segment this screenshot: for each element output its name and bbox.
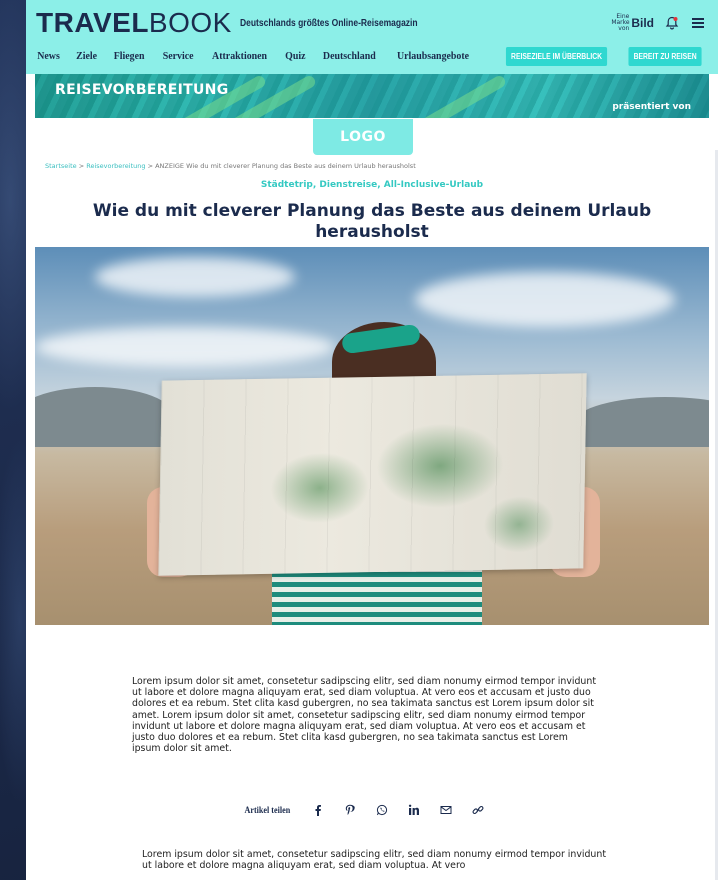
nav-item-quiz[interactable]: Quiz <box>285 50 305 62</box>
sponsor-logo[interactable]: LOGO <box>313 119 413 155</box>
logo-row: TRAVELBOOK Deutschlands größtes Online-R… <box>36 8 449 38</box>
hero-cloud <box>95 257 295 297</box>
link-icon[interactable] <box>471 803 485 817</box>
breadcrumb-section[interactable]: Reisevorbereitung <box>86 162 145 170</box>
banner-presented-by: präsentiert von <box>612 102 691 112</box>
brand-logo[interactable]: TRAVELBOOK <box>36 8 232 38</box>
banner-title: REISEVORBEREITUNG <box>55 82 229 98</box>
site-header: TRAVELBOOK Deutschlands größtes Online-R… <box>26 0 718 74</box>
nav-item-news[interactable]: News <box>37 50 60 62</box>
header-buttons: REISEZIELE IM ÜBERBLICK BEREIT ZU REISEN <box>497 47 708 66</box>
nav-item-fliegen[interactable]: Fliegen <box>114 50 145 62</box>
nav-item-deutschland[interactable]: Deutschland <box>323 50 376 62</box>
article-kicker: Städtetrip, Dienstreise, All-Inclusive-U… <box>260 180 484 190</box>
partner-brand: Bild <box>631 16 654 30</box>
menu-icon[interactable] <box>690 15 706 31</box>
partner-small-text: Eine Marke von <box>611 13 630 32</box>
linkedin-icon[interactable] <box>407 803 421 817</box>
header-icons: Eine Marke von Bild <box>611 14 706 32</box>
breadcrumb: Startseite > Reisevorbereitung > ANZEIGE… <box>45 162 416 170</box>
hero-image <box>35 247 709 625</box>
article-paragraph: Lorem ipsum dolor sit amet, consetetur s… <box>132 676 596 755</box>
bild-partner-mark[interactable]: Eine Marke von Bild <box>611 14 654 32</box>
nav-item-attraktionen[interactable]: Attraktionen <box>212 50 267 62</box>
ready-to-travel-button[interactable]: BEREIT ZU REISEN <box>628 47 702 66</box>
facebook-icon[interactable] <box>311 803 325 817</box>
hero-cloud <box>35 327 335 367</box>
email-icon[interactable] <box>439 803 453 817</box>
brand-light: BOOK <box>148 7 232 38</box>
breadcrumb-current: ANZEIGE Wie du mit cleverer Planung das … <box>155 162 416 170</box>
hero-mountain <box>575 397 709 447</box>
tagline: Deutschlands größtes Online-Reisemagazin <box>239 17 418 29</box>
nav-item-service[interactable]: Service <box>162 50 193 62</box>
pinterest-icon[interactable] <box>343 803 357 817</box>
destinations-overview-button[interactable]: REISEZIELE IM ÜBERBLICK <box>505 47 607 66</box>
hero-cloud <box>415 272 675 327</box>
breadcrumb-separator: > <box>76 162 87 170</box>
banner-leaf-decoration <box>414 74 508 118</box>
whatsapp-icon[interactable] <box>375 803 389 817</box>
nav-item-urlaubsangebote[interactable]: Urlaubsangebote <box>397 50 469 62</box>
hero-map <box>158 373 587 576</box>
hero-mountain <box>35 387 175 447</box>
main-nav: News Ziele Fliegen Service Attraktionen … <box>36 50 473 62</box>
nav-item-ziele[interactable]: Ziele <box>76 50 97 62</box>
page: TRAVELBOOK Deutschlands größtes Online-R… <box>26 0 718 880</box>
share-label: Artikel teilen <box>244 805 291 815</box>
bell-icon[interactable] <box>664 15 680 31</box>
share-bar: Artikel teilen <box>242 803 485 817</box>
breadcrumb-separator: > <box>145 162 156 170</box>
breadcrumb-home[interactable]: Startseite <box>45 162 77 170</box>
section-banner: REISEVORBEREITUNG präsentiert von <box>35 74 709 118</box>
article-paragraph: Lorem ipsum dolor sit amet, consetetur s… <box>142 849 606 872</box>
article-title: Wie du mit cleverer Planung das Beste au… <box>92 201 652 242</box>
brand-bold: TRAVEL <box>36 7 149 38</box>
